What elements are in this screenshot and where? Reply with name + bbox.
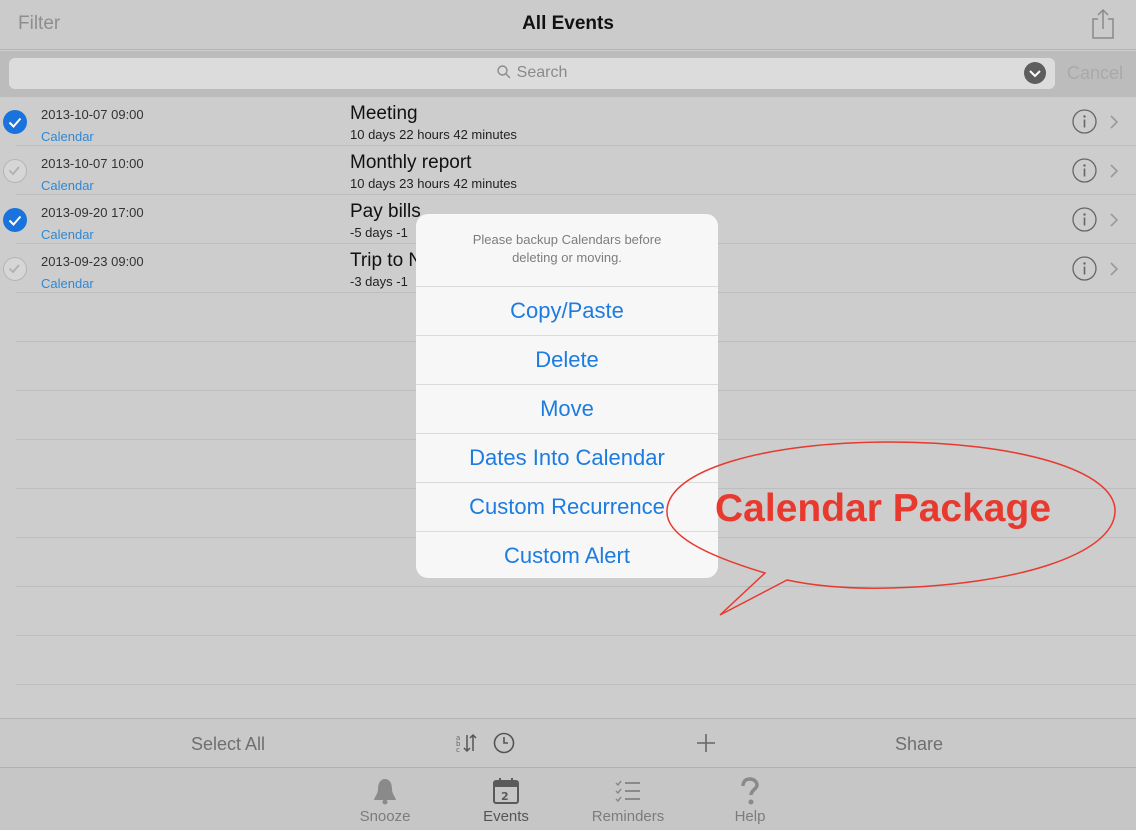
tab-label: Events (483, 808, 529, 825)
cancel-button[interactable]: Cancel (1067, 63, 1123, 84)
move-button[interactable]: Move (416, 384, 718, 433)
checkmark-icon[interactable] (3, 257, 27, 281)
tab-bar: Snooze 2 Events Reminders Help (0, 767, 1136, 830)
chevron-right-icon (1109, 114, 1119, 130)
checkmark-icon[interactable] (3, 110, 27, 134)
sort-icon[interactable]: a b c (455, 732, 477, 754)
event-date: 2013-10-07 10:00 (41, 156, 144, 171)
backup-warning-message: Please backup Calendars before deleting … (472, 232, 662, 265)
chevron-right-icon (1109, 163, 1119, 179)
checklist-icon (615, 780, 640, 803)
search-bar: Search Cancel (0, 51, 1136, 97)
info-icon[interactable] (1072, 158, 1097, 183)
tab-label: Help (734, 808, 766, 825)
select-all-button[interactable]: Select All (191, 734, 265, 755)
event-title: Meeting (350, 103, 418, 124)
event-calendar: Calendar (41, 227, 94, 242)
checkmark-icon[interactable] (3, 159, 27, 183)
event-title: Pay bills (350, 201, 421, 222)
tab-label: Reminders (591, 808, 665, 825)
share-button[interactable]: Share (895, 734, 943, 755)
event-calendar: Calendar (41, 276, 94, 291)
add-icon[interactable] (695, 732, 717, 754)
checkmark-icon[interactable] (3, 208, 27, 232)
svg-text:c: c (456, 746, 460, 754)
search-input[interactable]: Search (9, 58, 1055, 89)
clock-icon[interactable] (493, 732, 515, 754)
navigation-bar: Filter All Events (0, 0, 1136, 50)
search-placeholder: Search (516, 64, 568, 81)
delete-button[interactable]: Delete (416, 335, 718, 384)
share-icon[interactable] (1090, 8, 1116, 40)
info-icon[interactable] (1072, 109, 1097, 134)
event-remaining: 10 days 22 hours 42 minutes (350, 127, 517, 142)
event-remaining: -5 days -1 (350, 225, 408, 240)
tab-events[interactable]: 2 Events (461, 768, 551, 830)
event-calendar: Calendar (41, 129, 94, 144)
svg-text:2: 2 (501, 790, 509, 803)
event-remaining: -3 days -1 (350, 274, 408, 289)
chevron-right-icon (1109, 261, 1119, 277)
event-title: Trip to N (350, 250, 423, 271)
question-icon (741, 777, 759, 805)
event-date: 2013-09-23 09:00 (41, 254, 144, 269)
tab-snooze[interactable]: Snooze (340, 768, 430, 830)
list-item[interactable]: 2013-10-07 09:00 Calendar Meeting 10 day… (0, 97, 1136, 146)
event-date: 2013-10-07 09:00 (41, 107, 144, 122)
list-item[interactable]: 2013-10-07 10:00 Calendar Monthly report… (0, 146, 1136, 195)
bottom-toolbar: Select All a b c Share (0, 718, 1136, 767)
page-title: All Events (522, 13, 614, 34)
calendar-icon: 2 (493, 778, 519, 804)
chevron-down-icon[interactable] (1024, 62, 1046, 84)
empty-row (0, 636, 1136, 685)
bell-icon (374, 779, 396, 805)
info-icon[interactable] (1072, 207, 1097, 232)
tab-help[interactable]: Help (705, 768, 795, 830)
event-calendar: Calendar (41, 178, 94, 193)
callout-label: Calendar Package (715, 487, 1052, 530)
copy-paste-button[interactable]: Copy/Paste (416, 286, 718, 335)
event-title: Monthly report (350, 152, 472, 173)
event-date: 2013-09-20 17:00 (41, 205, 144, 220)
event-remaining: 10 days 23 hours 42 minutes (350, 176, 517, 191)
search-icon (496, 65, 511, 79)
tab-reminders[interactable]: Reminders (583, 768, 673, 830)
chevron-right-icon (1109, 212, 1119, 228)
info-icon[interactable] (1072, 256, 1097, 281)
tab-label: Snooze (359, 808, 411, 825)
